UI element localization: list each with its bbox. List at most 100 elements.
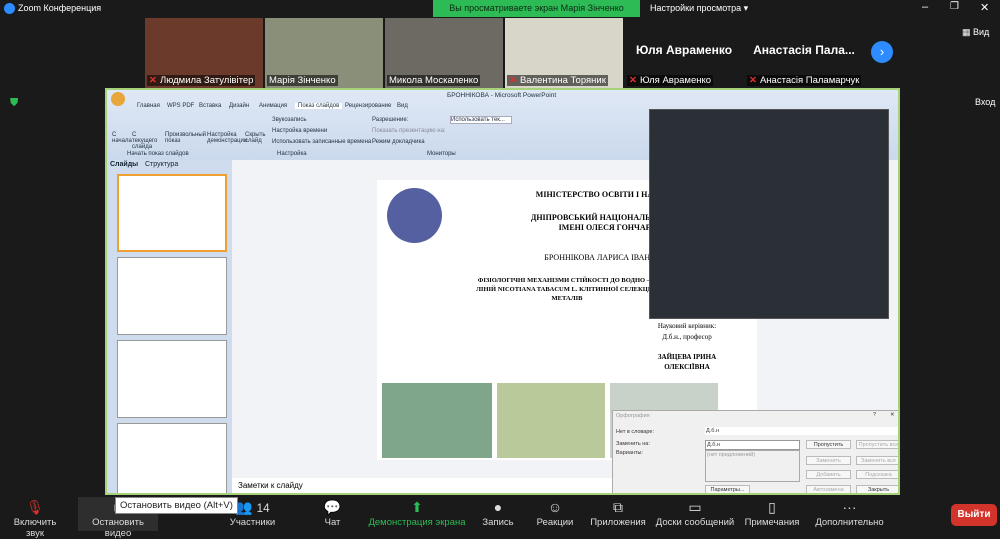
apps-icon: ⧉ (613, 499, 623, 515)
record-button[interactable]: ● Запись (478, 497, 518, 528)
close-icon[interactable]: ✕ (980, 1, 989, 14)
participant-tile[interactable]: Марія Зінченко (265, 18, 383, 88)
reactions-button[interactable]: ☺ Реакции (535, 497, 575, 528)
chat-label: Чат (324, 517, 341, 528)
slide-text: ЗАЙЦЕВА ІРИНА (657, 353, 717, 361)
slide-thumbnail[interactable] (117, 423, 227, 493)
whiteboards-label: Доски сообщений (655, 517, 735, 528)
setup-show-button[interactable]: Настройка демонстрации (207, 132, 247, 144)
tooltip: Остановить видео (Alt+V) (115, 497, 238, 514)
muted-mic-icon: 🎙 (26, 499, 44, 515)
share-screen-button[interactable]: ⬆ Демонстрация экрана (368, 497, 466, 528)
participant-name: ✕ Людмила Затулівітер (147, 75, 256, 86)
group-label: Настройка (277, 151, 307, 157)
skip-button[interactable]: Пропустить (806, 440, 851, 449)
whiteboards-button[interactable]: ▭ Доски сообщений (655, 497, 735, 528)
ppt-tab-active[interactable]: Показ слайдов (295, 103, 343, 109)
participant-tile[interactable]: Анастасія Пала... ✕ Анастасія Паламарчук (745, 18, 863, 88)
more-label: Дополнительно (815, 517, 884, 528)
record-icon: ● (493, 499, 503, 515)
help-icon[interactable]: ? (873, 412, 876, 418)
unmute-label: Включить звук (13, 517, 57, 539)
slide-photo (382, 383, 492, 458)
ppt-tab[interactable]: Рецензирование (345, 103, 391, 109)
group-label: Мониторы (427, 151, 456, 157)
participant-name: Микола Москаленко (387, 75, 481, 86)
add-button[interactable]: Добавить (806, 470, 851, 479)
show-on-label: Показать презентацию на: (372, 128, 446, 134)
enter-label: Вход (975, 97, 996, 107)
notes-pane[interactable]: Заметки к слайду (232, 478, 612, 493)
notes-icon: ▯ (768, 499, 776, 515)
participant-name: ✕ Юля Авраменко (627, 75, 714, 86)
participant-tile[interactable]: ✕ Валентина Торяник (505, 18, 623, 88)
ppt-tab[interactable]: WPS PDF (167, 103, 194, 109)
leave-button[interactable]: Выйти (951, 504, 997, 526)
variants-label: Варианты: (616, 450, 643, 456)
from-current-button[interactable]: С текущего слайда (132, 132, 162, 150)
participants-label: Участники (229, 517, 276, 528)
more-button[interactable]: ··· Дополнительно (812, 497, 887, 528)
office-button-icon[interactable] (111, 92, 125, 106)
chat-icon: 💬 (323, 499, 342, 515)
slide-thumbnail[interactable] (117, 257, 227, 335)
tab-outline[interactable]: Структура (145, 161, 178, 168)
notes-button[interactable]: ▯ Примечания (742, 497, 802, 528)
view-options-button[interactable]: Настройки просмотра ▾ (650, 3, 748, 14)
stop-video-label: Остановить видео (92, 517, 144, 539)
participant-display-name: Юля Авраменко (635, 43, 733, 57)
participant-display-name: Анастасія Пала... (753, 43, 855, 57)
close-button[interactable]: Закрыть (856, 485, 898, 493)
replace-field[interactable]: Д.б.н (705, 440, 800, 450)
variants-list[interactable]: (нет предложений) (705, 450, 800, 482)
custom-show-button[interactable]: Произвольный показ (165, 132, 206, 144)
from-start-button[interactable]: С начала (112, 132, 132, 144)
notes-label: Примечания (744, 517, 800, 528)
dialog-title: Орфография (616, 413, 650, 419)
participant-tile[interactable]: Микола Москаленко (385, 18, 503, 88)
record-narration-button[interactable]: Звукозапись (272, 117, 306, 123)
not-in-dictionary-field[interactable]: Д.б.н (705, 427, 898, 435)
participant-tile[interactable]: ✕ Людмила Затулівітер (145, 18, 263, 88)
use-timings-checkbox[interactable]: Использовать записанные времена (272, 139, 371, 145)
ppt-tab[interactable]: Вид (397, 103, 408, 109)
ppt-tab[interactable]: Дизайн (229, 103, 249, 109)
resolution-label: Разрешение: (372, 117, 409, 123)
app-title: Zoom Конференция (18, 3, 102, 13)
restore-icon[interactable]: ❐ (950, 1, 959, 12)
apps-label: Приложения (590, 517, 646, 528)
participant-name: ✕ Валентина Торяник (507, 75, 608, 86)
change-all-button[interactable]: Заменить все (856, 456, 898, 465)
rehearse-timings-button[interactable]: Настройка времени (272, 128, 327, 134)
tab-slides[interactable]: Слайды (110, 161, 138, 168)
ppt-tab[interactable]: Главная (137, 103, 160, 109)
participant-name: ✕ Анастасія Паламарчук (747, 75, 862, 86)
apps-button[interactable]: ⧉ Приложения (588, 497, 648, 528)
options-button[interactable]: Параметры... (705, 485, 750, 493)
ppt-tab[interactable]: Вставка (199, 103, 221, 109)
close-icon[interactable]: ✕ (890, 412, 895, 418)
participant-tile[interactable]: Юля Авраменко ✕ Юля Авраменко (625, 18, 743, 88)
university-logo (387, 188, 442, 243)
suggest-button[interactable]: Подсказка (856, 470, 898, 479)
chat-button[interactable]: 💬 Чат (315, 497, 350, 528)
unmute-button[interactable]: 🎙 Включить звук (5, 497, 65, 539)
more-icon: ··· (842, 499, 857, 515)
skip-all-button[interactable]: Пропустить все (856, 440, 898, 449)
view-button[interactable]: ▦ Вид (962, 27, 989, 38)
presenter-view-checkbox[interactable]: Режим докладчика (372, 139, 425, 145)
autocorrect-button[interactable]: Автозамена (806, 485, 851, 493)
change-button[interactable]: Заменить (806, 456, 851, 465)
view-label: Вид (973, 27, 990, 37)
slides-panel: Слайды Структура (107, 160, 232, 493)
record-label: Запись (482, 517, 514, 528)
slide-thumbnail[interactable] (117, 174, 227, 252)
view-options-label: Настройки просмотра (650, 3, 742, 13)
minimize-icon[interactable]: – (922, 1, 928, 13)
next-page-chevron-icon[interactable]: › (871, 41, 893, 63)
ppt-tab[interactable]: Анимация (259, 103, 287, 109)
resolution-select[interactable]: Использовать тек... (450, 116, 512, 124)
slide-thumbnail[interactable] (117, 340, 227, 418)
share-screen-label: Демонстрация экрана (368, 517, 466, 528)
hide-slide-button[interactable]: Скрыть слайд (245, 132, 267, 144)
